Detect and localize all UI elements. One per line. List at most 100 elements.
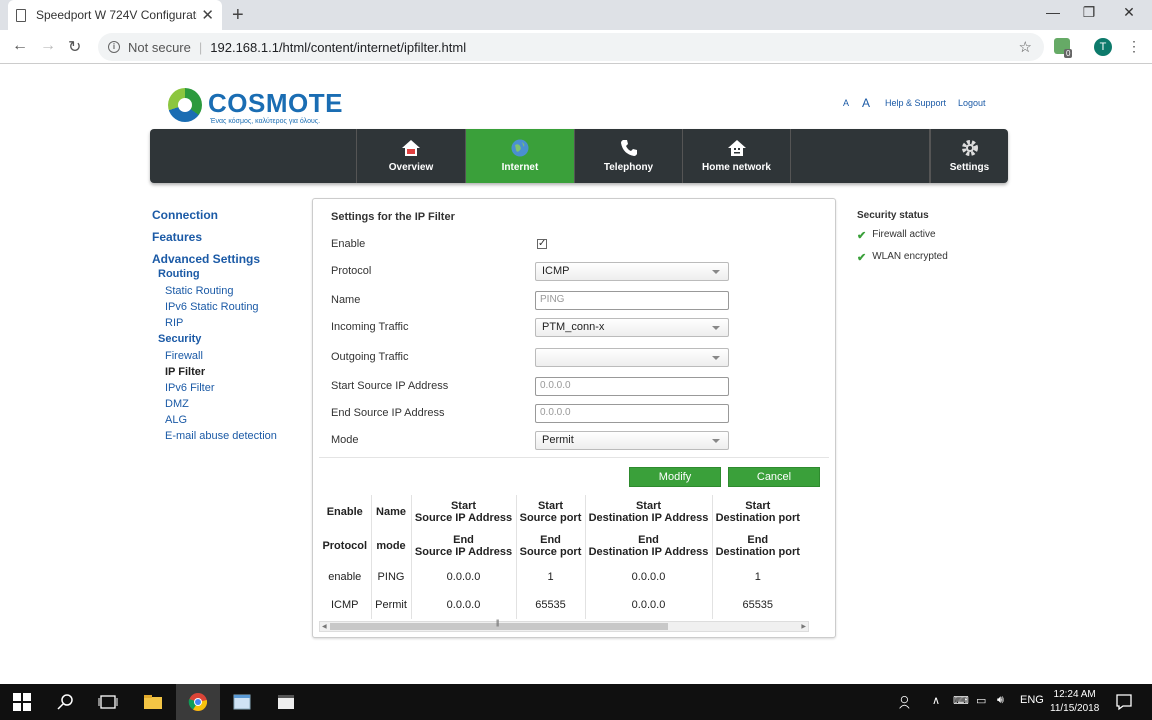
security-status-text: Firewall active (872, 229, 936, 240)
cancel-button[interactable]: Cancel (728, 467, 820, 487)
windows-start-icon[interactable] (12, 692, 32, 712)
table-header-cell: End Source IP Address (410, 529, 516, 563)
sidebar-item-ipv6-filter[interactable]: IPv6 Filter (165, 382, 215, 394)
table-header-cell: Start Destination port (711, 495, 803, 529)
nav-overview-label: Overview (388, 162, 434, 173)
reload-icon[interactable]: ↻ (68, 37, 81, 57)
volume-icon[interactable]: 🔊︎ (997, 694, 1004, 707)
globe-icon (511, 139, 529, 157)
house-network-icon (727, 140, 746, 156)
notification-icon[interactable] (1114, 692, 1134, 712)
nav-telephony[interactable]: Telephony (574, 129, 682, 183)
tab-close-button[interactable]: ✕ (201, 6, 214, 24)
browser-tab[interactable]: Speedport W 724V Configuratio ✕ (8, 0, 222, 30)
extension-badge: 0 (1064, 49, 1073, 58)
help-support-link[interactable]: Help & Support (885, 98, 946, 108)
tray-chevron-up-icon[interactable]: ∧ (932, 694, 940, 707)
nav-home-network-label: Home network (702, 162, 771, 173)
sidebar-item-advanced-settings[interactable]: Advanced Settings (152, 252, 260, 266)
chevron-down-icon (712, 439, 720, 443)
scroll-right-icon[interactable]: ▶ (801, 623, 806, 630)
task-view-icon[interactable] (98, 692, 118, 712)
not-secure-label: Not secure (128, 39, 191, 55)
bookmark-star-icon[interactable]: ☆ (1019, 38, 1032, 56)
nav-internet[interactable]: Internet (465, 129, 574, 183)
table-header-cell: Enable (326, 506, 363, 518)
sidebar-item-dmz[interactable]: DMZ (165, 398, 189, 410)
table-horizontal-scrollbar[interactable]: ◀ ||| ▶ (319, 620, 809, 632)
start-source-ip-label: Start Source IP Address (331, 380, 449, 392)
sidebar-item-ip-filter[interactable]: IP Filter (165, 366, 205, 378)
sidebar-item-connection[interactable]: Connection (152, 208, 218, 222)
start-source-ip-input[interactable]: 0.0.0.0 (535, 377, 729, 396)
url-text[interactable]: 192.168.1.1/html/content/internet/ipfilt… (210, 40, 466, 55)
table-header-cell: End Destination port (711, 529, 803, 563)
scroll-left-icon[interactable]: ◀ (322, 623, 327, 630)
nav-home-network[interactable]: Home network (682, 129, 790, 183)
clock-time: 12:24 AM (1053, 689, 1096, 700)
profile-avatar[interactable]: T (1094, 38, 1112, 56)
nav-settings[interactable]: Settings (930, 129, 1008, 183)
new-tab-button[interactable]: + (232, 4, 244, 27)
nav-overview[interactable]: Overview (356, 129, 465, 183)
close-window-button[interactable]: ✕ (1106, 4, 1152, 21)
protocol-label: Protocol (331, 265, 372, 277)
outgoing-traffic-select[interactable] (535, 348, 729, 367)
table-cell: Permit (370, 591, 411, 619)
security-status: Security status ✔ Firewall active ✔ WLAN… (857, 210, 948, 273)
enable-label: Enable (331, 238, 366, 250)
chrome-icon[interactable] (188, 692, 208, 712)
protocol-select[interactable]: ICMP (535, 262, 729, 281)
sidebar-item-features[interactable]: Features (152, 230, 202, 244)
ip-filter-panel: Settings for the IP Filter Enable ✓ Prot… (312, 198, 836, 638)
enable-checkbox[interactable]: ✓ (537, 239, 547, 249)
address-bar[interactable]: i Not secure | 192.168.1.1/html/content/… (98, 33, 1044, 61)
info-icon[interactable]: i (108, 41, 120, 53)
mode-value: Permit (542, 434, 574, 446)
name-input[interactable]: PING (535, 291, 729, 310)
browser-tabstrip: Speedport W 724V Configuratio ✕ + — ❐ ✕ (0, 0, 1152, 30)
table-row[interactable]: enable PING 0.0.0.0 1 0.0.0.0 1 (319, 563, 803, 591)
chevron-down-icon (712, 326, 720, 330)
incoming-traffic-select[interactable]: PTM_conn-x (535, 318, 729, 337)
back-icon[interactable]: ← (12, 37, 28, 55)
end-source-ip-input[interactable]: 0.0.0.0 (535, 404, 729, 423)
sidebar-item-rip[interactable]: RIP (165, 317, 183, 329)
language-indicator[interactable]: ENG (1020, 694, 1044, 706)
sidebar-item-static-routing[interactable]: Static Routing (165, 285, 233, 297)
table-header-row: Enable Name Start Source IP Address Star… (319, 495, 803, 529)
modify-button[interactable]: Modify (629, 467, 721, 487)
phone-icon (620, 140, 637, 156)
address-separator: | (198, 39, 203, 55)
taskbar-clock[interactable]: 12:24 AM 11/15/2018 (1050, 688, 1099, 716)
mode-select[interactable]: Permit (535, 431, 729, 450)
table-cell: 65535 (515, 591, 585, 619)
sidebar-item-security[interactable]: Security (158, 333, 201, 345)
table-header-cell: Start Source IP Address (410, 495, 516, 529)
table-row[interactable]: ICMP Permit 0.0.0.0 65535 0.0.0.0 65535 (319, 591, 803, 619)
sidebar-item-ipv6-static-routing[interactable]: IPv6 Static Routing (165, 301, 259, 313)
cosmote-logo-mark (168, 88, 202, 122)
sidebar-item-routing[interactable]: Routing (158, 268, 200, 280)
table-cell: 0.0.0.0 (584, 563, 712, 591)
panel-title: Settings for the IP Filter (331, 211, 455, 223)
network-icon[interactable]: ▭ (976, 694, 986, 707)
sidebar-item-alg[interactable]: ALG (165, 414, 187, 426)
forward-icon[interactable]: → (40, 37, 56, 55)
sidebar-item-email-abuse-detection[interactable]: E-mail abuse detection (165, 430, 277, 442)
chevron-down-icon (712, 356, 720, 360)
logout-link[interactable]: Logout (958, 98, 986, 108)
browser-menu-icon[interactable]: ⋮ (1127, 38, 1141, 55)
people-icon[interactable] (898, 692, 914, 712)
window-app-icon[interactable] (232, 692, 252, 712)
app-icon[interactable] (276, 692, 296, 712)
font-small-link[interactable]: A (843, 98, 849, 108)
brand-tagline: Ένας κόσμος, καλύτερος για όλους. (210, 118, 321, 125)
sidebar-item-firewall[interactable]: Firewall (165, 350, 203, 362)
table-header-row: Protocol mode End Source IP Address End … (319, 529, 803, 563)
scrollbar-thumb[interactable] (330, 623, 668, 630)
font-large-link[interactable]: A (862, 96, 870, 110)
file-explorer-icon[interactable] (143, 692, 163, 712)
search-icon[interactable] (56, 692, 76, 712)
keyboard-icon[interactable]: ⌨ (953, 694, 969, 707)
